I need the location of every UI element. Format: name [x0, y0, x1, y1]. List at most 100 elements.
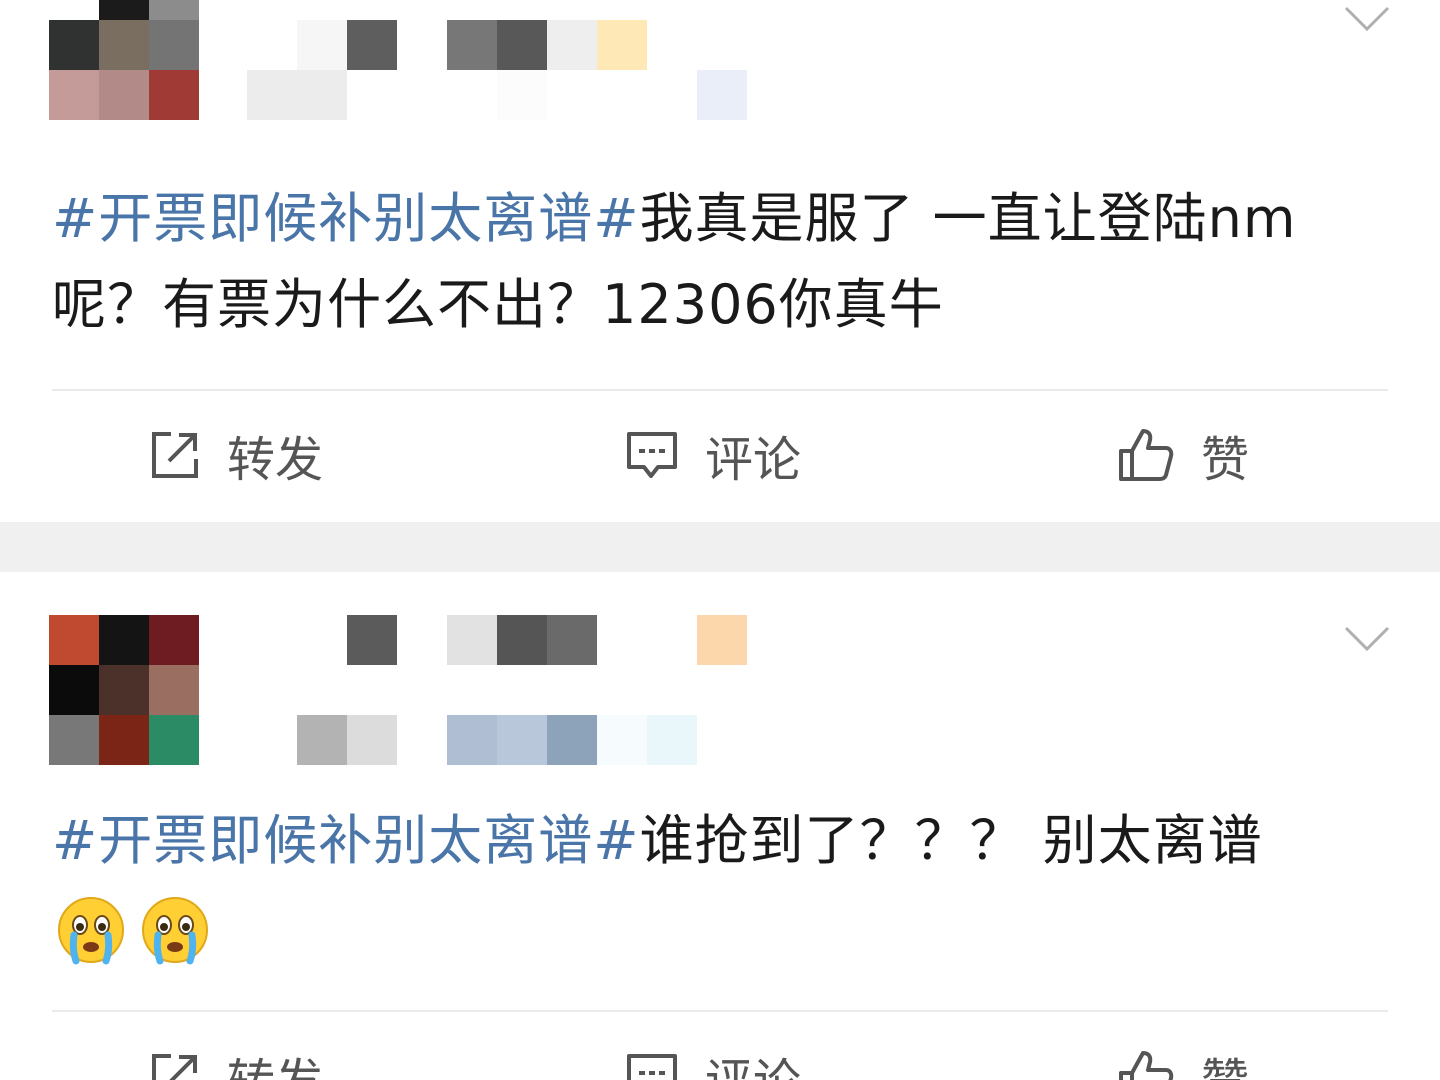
- username-pixel: [247, 715, 297, 765]
- username-pixel: [297, 615, 347, 665]
- username-pixel: [597, 615, 647, 665]
- username-pixel: [297, 665, 347, 715]
- avatar-pixel: [49, 715, 99, 765]
- comment-label: 评论: [705, 1042, 801, 1080]
- username-pixelated[interactable]: [247, 615, 747, 765]
- username-pixelated[interactable]: [247, 20, 747, 140]
- weibo-post: #开票即候补别太离谱#我真是服了 一直让登陆nm呢？有票为什么不出？12306你…: [0, 0, 1440, 522]
- username-pixel: [647, 715, 697, 765]
- username-pixel: [397, 20, 447, 70]
- username-pixel: [447, 70, 497, 120]
- repost-label: 转发: [227, 1042, 323, 1080]
- avatar-pixel: [149, 715, 199, 765]
- avatar-pixel: [99, 615, 149, 665]
- like-label: 赞: [1201, 432, 1250, 488]
- username-pixel: [247, 615, 297, 665]
- username-pixel: [697, 715, 747, 765]
- repost-button[interactable]: 转发: [149, 1037, 323, 1080]
- username-pixel: [647, 665, 697, 715]
- repost-button[interactable]: 转发: [149, 415, 323, 495]
- divider: [52, 389, 1388, 391]
- username-pixel: [697, 665, 747, 715]
- username-pixel: [497, 20, 547, 70]
- avatar-pixel: [149, 0, 199, 20]
- post-content: #开票即候补别太离谱#我真是服了 一直让登陆nm呢？有票为什么不出？12306你…: [52, 176, 1388, 348]
- repost-icon: [152, 1054, 197, 1080]
- avatar-pixel: [149, 20, 199, 70]
- username-pixel: [447, 665, 497, 715]
- username-pixel: [497, 715, 547, 765]
- divider: [52, 1010, 1388, 1012]
- username-pixel: [397, 665, 447, 715]
- username-pixel: [547, 665, 597, 715]
- username-pixel: [297, 20, 347, 70]
- comment-button[interactable]: 评论: [625, 415, 801, 495]
- comment-label: 评论: [705, 432, 802, 488]
- like-button[interactable]: 赞: [1117, 1037, 1249, 1080]
- avatar-pixel: [99, 0, 149, 20]
- avatar-pixel: [99, 665, 149, 715]
- username-pixel: [347, 70, 397, 120]
- avatar-pixel: [49, 0, 99, 20]
- username-pixel: [447, 615, 497, 665]
- username-pixel: [547, 615, 597, 665]
- username-pixel: [397, 615, 447, 665]
- username-pixel: [547, 20, 597, 70]
- thumbs-up-icon: [1119, 429, 1174, 481]
- username-pixel: [697, 615, 747, 665]
- post-content: #开票即候补别太离谱#谁抢到了？？？ 别太离谱: [52, 798, 1388, 970]
- chevron-down-icon[interactable]: [1344, 6, 1390, 32]
- username-pixel: [647, 20, 697, 70]
- comment-button[interactable]: 评论: [625, 1037, 801, 1080]
- post-separator: [0, 522, 1440, 572]
- username-pixel: [597, 20, 647, 70]
- topic-hashtag[interactable]: #开票即候补别太离谱#: [52, 187, 640, 250]
- username-pixel: [497, 615, 547, 665]
- avatar-pixel: [49, 70, 99, 120]
- username-pixel: [497, 70, 547, 120]
- username-pixel: [597, 665, 647, 715]
- avatar-pixel: [49, 615, 99, 665]
- avatar-pixel: [149, 615, 199, 665]
- username-pixel: [597, 715, 647, 765]
- username-pixel: [547, 70, 597, 120]
- comment-icon: [627, 432, 677, 478]
- comment-icon: [627, 1054, 677, 1080]
- username-pixel: [597, 70, 647, 120]
- username-pixel: [347, 20, 397, 70]
- username-pixel: [247, 665, 297, 715]
- username-pixel: [347, 615, 397, 665]
- avatar-pixel: [149, 665, 199, 715]
- username-pixel: [397, 715, 447, 765]
- avatar-pixel: [49, 20, 99, 70]
- username-pixel: [647, 615, 697, 665]
- avatar-pixel: [99, 70, 149, 120]
- username-pixel: [347, 665, 397, 715]
- username-pixel: [347, 715, 397, 765]
- username-pixel: [647, 70, 697, 120]
- username-pixel: [547, 715, 597, 765]
- weibo-post: #开票即候补别太离谱#谁抢到了？？？ 别太离谱: [0, 572, 1440, 1080]
- avatar-pixel: [99, 715, 149, 765]
- avatar-pixel: [99, 20, 149, 70]
- username-pixel: [447, 20, 497, 70]
- repost-icon: [152, 432, 198, 478]
- crying-face-emoji: [58, 897, 124, 965]
- chevron-down-icon[interactable]: [1344, 626, 1390, 652]
- action-bar: 转发 评论 赞: [0, 415, 1440, 495]
- username-pixel: [297, 70, 347, 120]
- username-pixel: [247, 20, 297, 70]
- weibo-feed: #开票即候补别太离谱#我真是服了 一直让登陆nm呢？有票为什么不出？12306你…: [0, 0, 1440, 1080]
- username-pixel: [397, 70, 447, 120]
- repost-label: 转发: [227, 432, 324, 488]
- like-label: 赞: [1201, 1042, 1249, 1080]
- action-bar: 转发 评论 赞: [0, 1037, 1440, 1080]
- username-pixel: [497, 665, 547, 715]
- avatar[interactable]: [49, 0, 199, 120]
- crying-face-emoji: [142, 897, 208, 965]
- like-button[interactable]: 赞: [1117, 415, 1249, 495]
- avatar-pixel: [49, 665, 99, 715]
- avatar[interactable]: [49, 615, 199, 765]
- avatar-pixel: [149, 70, 199, 120]
- topic-hashtag[interactable]: #开票即候补别太离谱#: [52, 809, 640, 872]
